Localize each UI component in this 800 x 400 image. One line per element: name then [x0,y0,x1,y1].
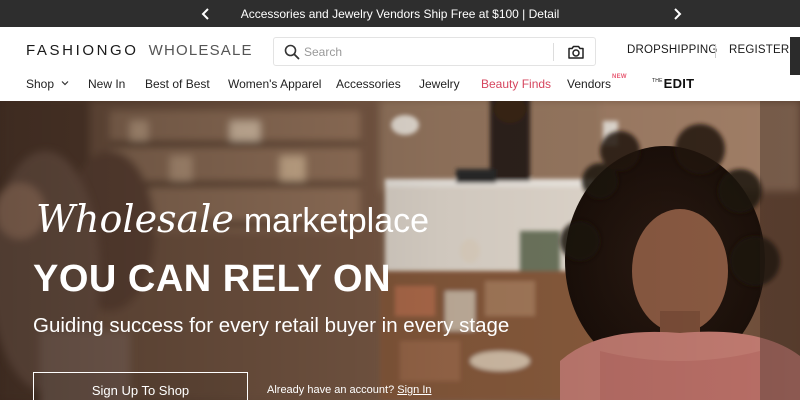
hero-tagline: Guiding success for every retail buyer i… [33,314,510,337]
nav-item-vendors[interactable]: Vendors NEW [567,74,627,91]
chevron-left-icon [201,7,209,20]
nav-item-best-of-best[interactable]: Best of Best [145,77,210,91]
hero-background-image [0,101,800,400]
header-divider [715,44,716,58]
logo-brand: FASHIONGO [26,42,139,59]
search-divider [553,43,554,61]
chevron-down-icon [61,81,69,86]
nav-item-accessories[interactable]: Accessories [336,77,401,91]
site-header: FASHIONGO WHOLESALE DROPSHIPPING REGISTE… [0,27,800,95]
hero-headline: Wholesale marketplace [36,197,429,241]
hero-banner: Wholesale marketplace YOU CAN RELY ON Gu… [0,101,800,400]
site-logo[interactable]: FASHIONGO WHOLESALE [26,42,253,59]
signin-prompt: Already have an account? Sign In [267,384,432,396]
promo-bar: Accessories and Jewelry Vendors Ship Fre… [0,0,800,27]
promo-prev-button[interactable] [193,0,217,27]
promo-text[interactable]: Accessories and Jewelry Vendors Ship Fre… [241,7,560,21]
nav-item-the-edit[interactable]: THE EDIT [652,76,694,91]
nav-item-label: Vendors [567,77,612,91]
main-nav: Shop New In Best of Best Women's Apparel… [0,74,800,101]
nav-item-jewelry[interactable]: Jewelry [419,77,460,91]
logo-sub: WHOLESALE [148,42,253,59]
hero-headline-script: Wholesale [36,197,234,241]
new-badge: NEW [612,74,627,80]
nav-item-womens-apparel[interactable]: Women's Apparel [228,77,321,91]
edit-logo-text: EDIT [663,76,695,91]
edit-logo-the: THE [652,78,663,84]
sign-in-link[interactable]: Sign In [397,384,431,396]
dropshipping-link[interactable]: DROPSHIPPING [627,44,718,56]
nav-item-shop[interactable]: Shop [26,77,69,91]
search-input[interactable] [304,42,544,62]
search-bar [273,37,596,66]
nav-item-label: Shop [26,77,55,91]
camera-search-icon[interactable] [567,43,585,61]
sign-up-button[interactable]: Sign Up To Shop [33,372,248,400]
account-prompt-text: Already have an account? [267,384,395,396]
hero-headline-plain: marketplace [243,202,430,240]
chevron-right-icon [673,7,681,20]
promo-next-button[interactable] [665,0,689,27]
nav-item-new-in[interactable]: New In [88,77,125,91]
nav-item-beauty-finds[interactable]: Beauty Finds [481,77,551,91]
register-link[interactable]: REGISTER [729,44,789,56]
search-icon[interactable] [284,44,300,60]
hero-subheadline: YOU CAN RELY ON [33,258,392,300]
